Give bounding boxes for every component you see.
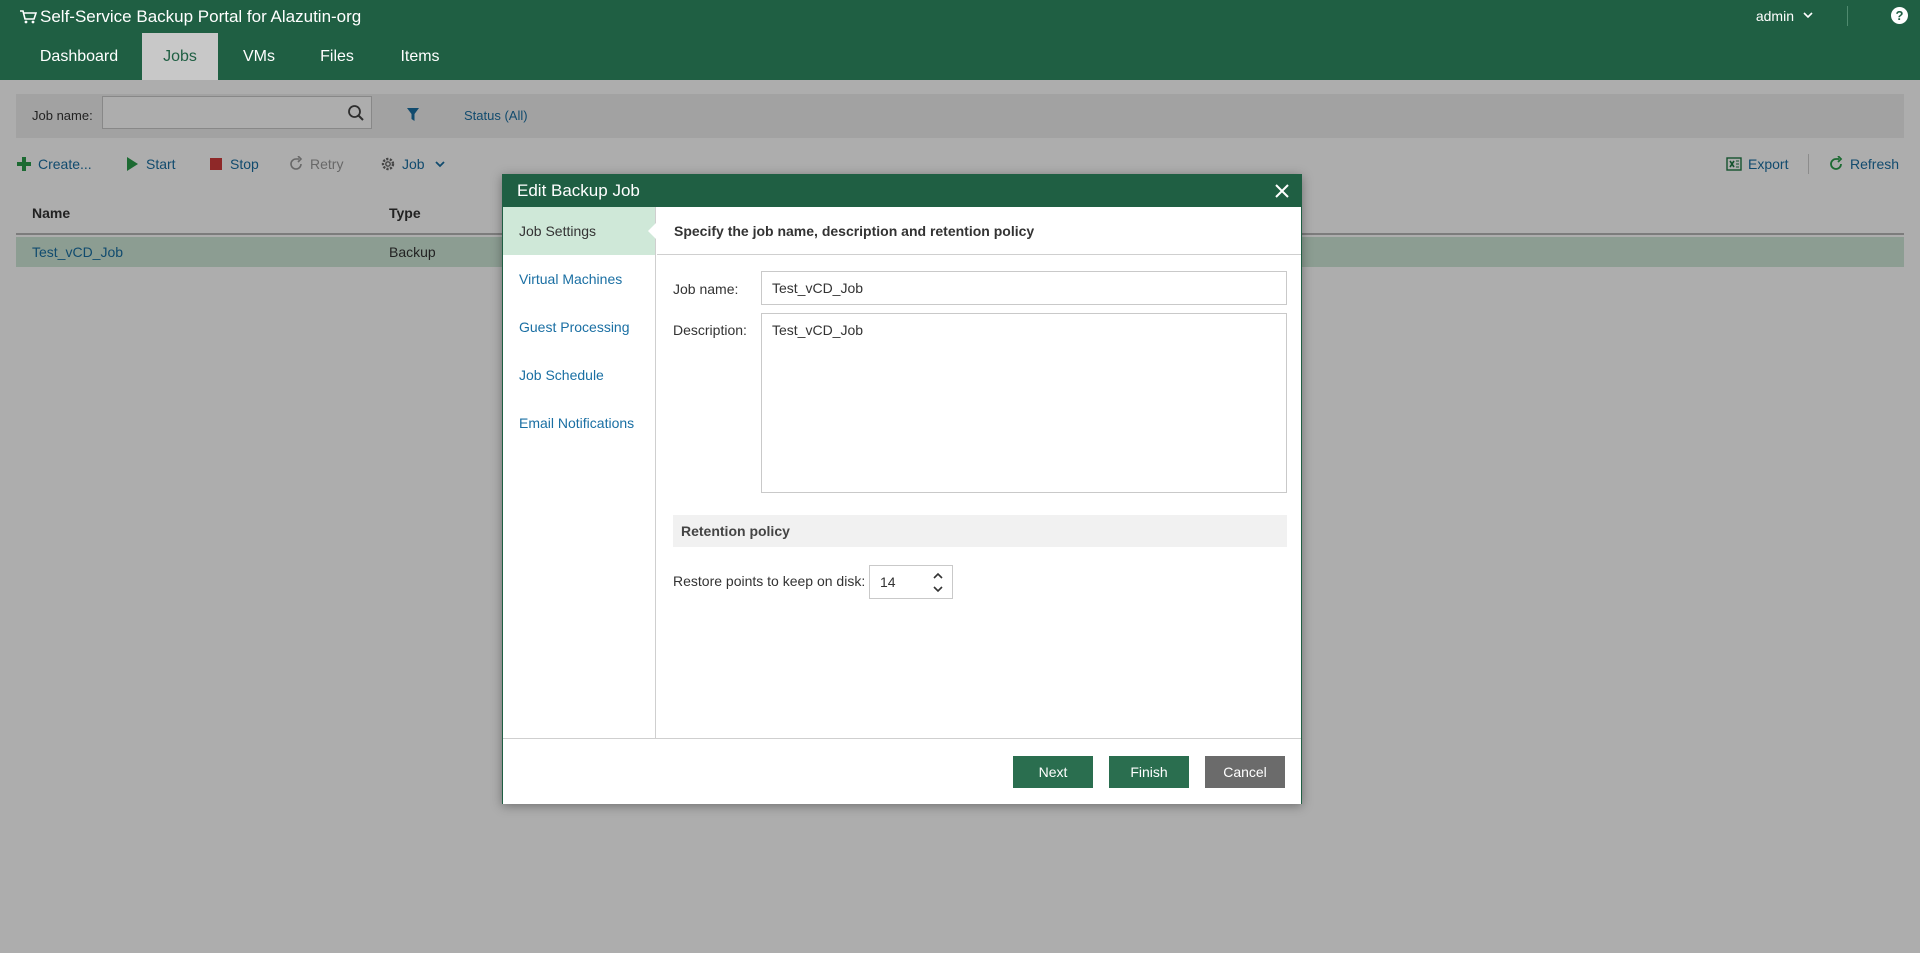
header-overlay — [0, 0, 1920, 80]
step-virtual-machines[interactable]: Virtual Machines — [503, 255, 655, 303]
edit-backup-job-dialog: Edit Backup Job Job Settings Virtual Mac… — [502, 174, 1302, 804]
step-email-notifications[interactable]: Email Notifications — [503, 399, 655, 447]
job-name-label: Job name: — [673, 281, 739, 297]
wizard-steps: Job Settings Virtual Machines Guest Proc… — [503, 207, 656, 738]
step-job-schedule[interactable]: Job Schedule — [503, 351, 655, 399]
step-guest-processing[interactable]: Guest Processing — [503, 303, 655, 351]
description-label: Description: — [673, 322, 747, 338]
next-button[interactable]: Next — [1013, 756, 1093, 788]
panel-title: Specify the job name, description and re… — [657, 207, 1301, 255]
step-job-settings[interactable]: Job Settings — [503, 207, 656, 255]
chevron-down-icon[interactable] — [932, 584, 944, 594]
description-field[interactable]: Test_vCD_Job — [761, 313, 1287, 493]
restore-points-value[interactable]: 14 — [880, 574, 896, 590]
cancel-button[interactable]: Cancel — [1205, 756, 1285, 788]
finish-button[interactable]: Finish — [1109, 756, 1189, 788]
chevron-up-icon[interactable] — [932, 571, 944, 581]
restore-points-stepper[interactable]: 14 — [869, 565, 953, 599]
dialog-footer: Next Finish Cancel — [503, 738, 1301, 804]
dialog-title: Edit Backup Job — [503, 175, 1301, 207]
job-name-field[interactable]: Test_vCD_Job — [761, 271, 1287, 305]
close-icon[interactable] — [1273, 182, 1291, 200]
retention-policy-heading: Retention policy — [673, 515, 1287, 547]
restore-points-label: Restore points to keep on disk: — [673, 573, 866, 589]
